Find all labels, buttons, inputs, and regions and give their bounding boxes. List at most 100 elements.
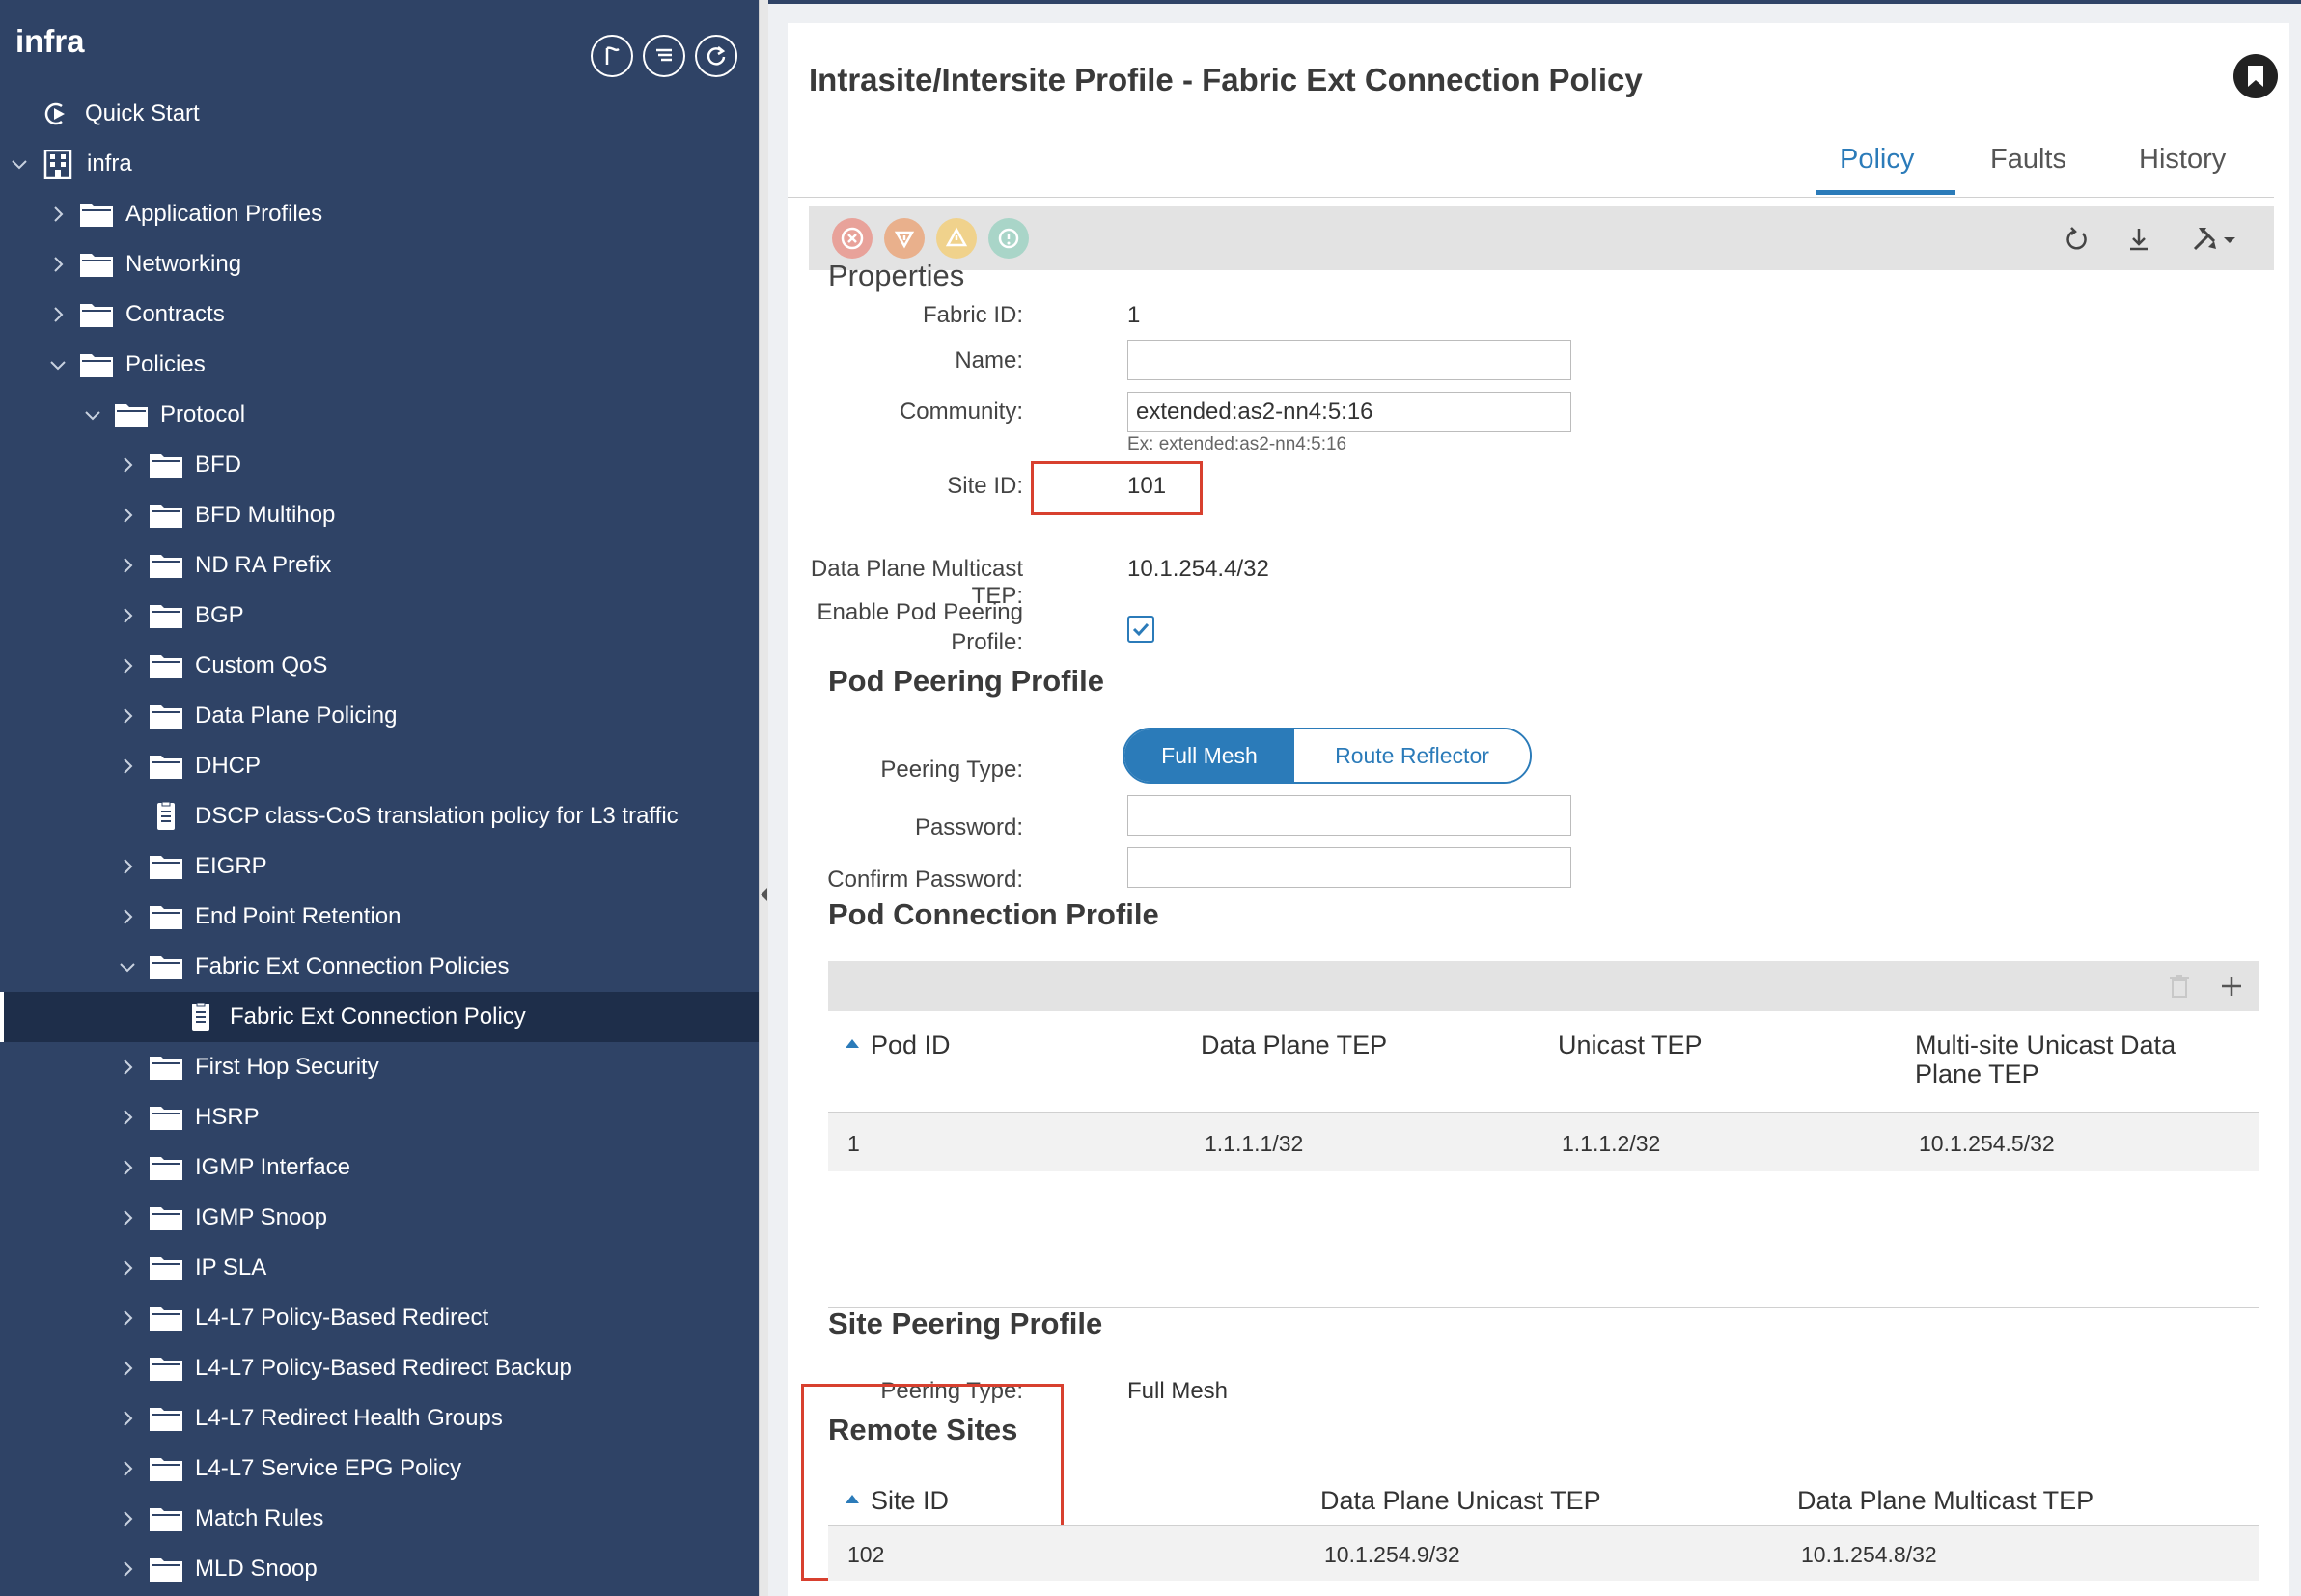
chevron-right-icon[interactable]: [48, 305, 68, 324]
sidebar-item-hsrp[interactable]: HSRP: [0, 1092, 759, 1142]
confirm-password-input[interactable]: [1127, 847, 1571, 888]
chevron-right-icon[interactable]: [118, 1359, 137, 1378]
sidebar-item-nd-ra-prefix[interactable]: ND RA Prefix: [0, 540, 759, 591]
chevron-right-icon[interactable]: [48, 205, 68, 224]
sidebar-item-label: Networking: [125, 251, 242, 277]
filter-list-icon[interactable]: [643, 35, 685, 77]
sidebar-item-igmp-snoop[interactable]: IGMP Snoop: [0, 1193, 759, 1243]
column-header-pod-id[interactable]: Pod ID: [846, 1031, 951, 1059]
column-header-site-id[interactable]: Site ID: [846, 1486, 949, 1515]
warning-fault-icon[interactable]: [988, 218, 1029, 259]
sidebar-item-dscp-class-cos-translation-policy-for-l3-traffic[interactable]: DSCP class-CoS translation policy for L3…: [0, 791, 759, 841]
chevron-right-icon[interactable]: [118, 1559, 137, 1579]
chevron-down-icon[interactable]: [10, 154, 29, 174]
sidebar-item-networking[interactable]: Networking: [0, 239, 759, 289]
sidebar-item-data-plane-policing[interactable]: Data Plane Policing: [0, 691, 759, 741]
chevron-right-icon[interactable]: [118, 1108, 137, 1127]
bookmark-icon[interactable]: [2233, 54, 2278, 98]
tab-faults[interactable]: Faults: [1990, 144, 2066, 176]
sidebar-item-fabric-ext-connection-policy[interactable]: Fabric Ext Connection Policy: [0, 992, 759, 1042]
chevron-right-icon[interactable]: [118, 656, 137, 675]
column-header-multisite-unicast-tep[interactable]: Multi-site Unicast Data Plane TEP: [1915, 1031, 2176, 1088]
tab-bar: Policy Faults History: [788, 144, 2274, 198]
chevron-right-icon[interactable]: [118, 757, 137, 776]
download-icon[interactable]: [2121, 222, 2156, 257]
sidebar-item-infra[interactable]: infra: [0, 139, 759, 189]
password-input[interactable]: [1127, 795, 1571, 836]
panel-splitter[interactable]: [759, 0, 768, 1596]
chevron-right-icon[interactable]: [118, 1459, 137, 1478]
sidebar-item-label: HSRP: [195, 1104, 260, 1130]
chevron-right-icon[interactable]: [118, 1258, 137, 1278]
sidebar-item-mld-snoop[interactable]: MLD Snoop: [0, 1544, 759, 1594]
peering-type-toggle: Full Mesh Route Reflector: [1123, 728, 1532, 784]
sidebar-item-igmp-interface[interactable]: IGMP Interface: [0, 1142, 759, 1193]
chevron-right-icon[interactable]: [118, 1158, 137, 1177]
sidebar-item-eigrp[interactable]: EIGRP: [0, 841, 759, 892]
add-icon[interactable]: [2214, 969, 2249, 1004]
sidebar-item-l4-l7-policy-based-redirect[interactable]: L4-L7 Policy-Based Redirect: [0, 1293, 759, 1343]
chevron-down-icon[interactable]: [48, 355, 68, 374]
properties-heading: Properties: [828, 259, 965, 292]
chevron-right-icon[interactable]: [118, 706, 137, 726]
chevron-down-icon[interactable]: [83, 405, 102, 425]
minor-fault-icon[interactable]: [936, 218, 977, 259]
chevron-right-icon[interactable]: [118, 556, 137, 575]
folder-icon: [149, 902, 183, 931]
folder-icon: [149, 1253, 183, 1282]
full-mesh-option[interactable]: Full Mesh: [1124, 729, 1294, 782]
community-input[interactable]: [1127, 392, 1571, 432]
chevron-right-icon[interactable]: [48, 255, 68, 274]
top-accent-line: [768, 0, 2301, 4]
chevron-right-icon[interactable]: [118, 506, 137, 525]
chevron-right-icon[interactable]: [118, 606, 137, 625]
sidebar-item-dhcp[interactable]: DHCP: [0, 741, 759, 791]
sidebar-item-ip-sla[interactable]: IP SLA: [0, 1243, 759, 1293]
sidebar-item-contracts[interactable]: Contracts: [0, 289, 759, 340]
refresh-icon[interactable]: [695, 35, 737, 77]
enable-pod-peering-checkbox[interactable]: [1127, 616, 1154, 643]
chevron-right-icon[interactable]: [118, 1409, 137, 1428]
sidebar-item-fabric-ext-connection-policies[interactable]: Fabric Ext Connection Policies: [0, 942, 759, 992]
chevron-right-icon[interactable]: [118, 1308, 137, 1328]
refresh-icon[interactable]: [2060, 222, 2094, 257]
tab-history[interactable]: History: [2139, 144, 2226, 176]
column-header-multicast-tep[interactable]: Data Plane Multicast TEP: [1797, 1486, 2093, 1515]
sidebar-item-first-hop-security[interactable]: First Hop Security: [0, 1042, 759, 1092]
sidebar-item-application-profiles[interactable]: Application Profiles: [0, 189, 759, 239]
sidebar-item-l4-l7-redirect-health-groups[interactable]: L4-L7 Redirect Health Groups: [0, 1393, 759, 1444]
sidebar-item-quick-start[interactable]: Quick Start: [0, 89, 759, 139]
table-row[interactable]: [828, 1525, 2259, 1581]
chevron-right-icon[interactable]: [118, 1509, 137, 1528]
column-header-unicast-tep[interactable]: Data Plane Unicast TEP: [1320, 1486, 1601, 1515]
sidebar-item-match-rules[interactable]: Match Rules: [0, 1494, 759, 1544]
collapse-arrow-icon[interactable]: [761, 888, 767, 901]
sidebar-item-l4-l7-service-epg-policy[interactable]: L4-L7 Service EPG Policy: [0, 1444, 759, 1494]
name-input[interactable]: [1127, 340, 1571, 380]
tab-policy[interactable]: Policy: [1840, 144, 1914, 176]
sidebar-item-bfd[interactable]: BFD: [0, 440, 759, 490]
sidebar-item-protocol[interactable]: Protocol: [0, 390, 759, 440]
sidebar-item-bgp[interactable]: BGP: [0, 591, 759, 641]
chevron-down-icon[interactable]: [118, 957, 137, 977]
column-header-data-plane-tep[interactable]: Data Plane TEP: [1201, 1031, 1387, 1059]
sidebar-item-policies[interactable]: Policies: [0, 340, 759, 390]
sidebar-item-end-point-retention[interactable]: End Point Retention: [0, 892, 759, 942]
sidebar-item-l4-l7-policy-based-redirect-backup[interactable]: L4-L7 Policy-Based Redirect Backup: [0, 1343, 759, 1393]
column-header-unicast-tep[interactable]: Unicast TEP: [1558, 1031, 1703, 1059]
chevron-right-icon[interactable]: [118, 907, 137, 926]
sidebar-item-custom-qos[interactable]: Custom QoS: [0, 641, 759, 691]
critical-fault-icon[interactable]: [832, 218, 873, 259]
major-fault-icon[interactable]: [884, 218, 925, 259]
flag-icon[interactable]: [591, 35, 633, 77]
route-reflector-option[interactable]: Route Reflector: [1294, 729, 1530, 782]
chevron-right-icon[interactable]: [118, 857, 137, 876]
chevron-right-icon[interactable]: [118, 455, 137, 475]
chevron-right-icon[interactable]: [118, 1208, 137, 1227]
sidebar-item-label: DHCP: [195, 753, 262, 779]
sidebar-item-label: Fabric Ext Connection Policies: [195, 953, 510, 979]
trash-icon[interactable]: [2162, 969, 2197, 1004]
chevron-right-icon[interactable]: [118, 1058, 137, 1077]
tools-menu-icon[interactable]: [2189, 222, 2243, 257]
sidebar-item-bfd-multihop[interactable]: BFD Multihop: [0, 490, 759, 540]
